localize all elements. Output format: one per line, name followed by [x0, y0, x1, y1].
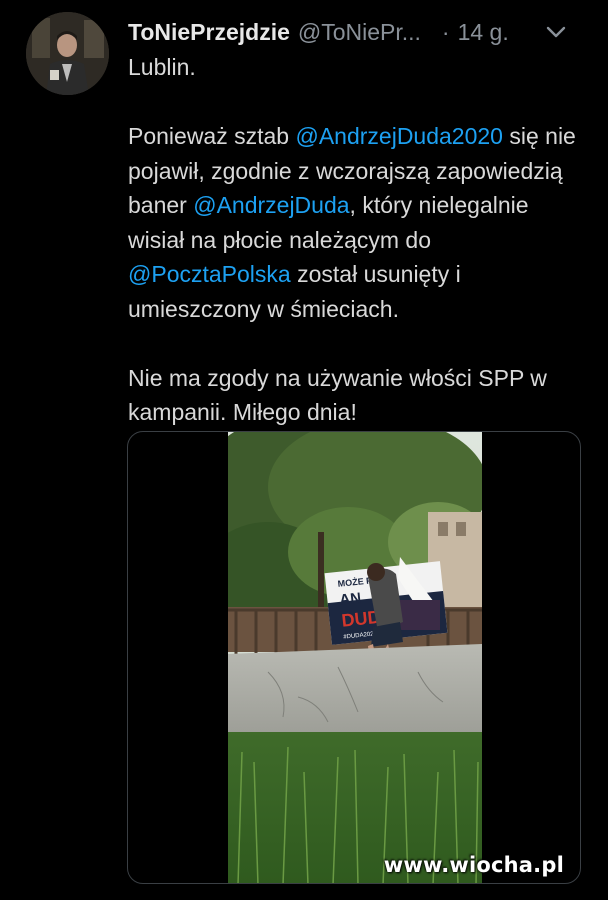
author-display-name[interactable]: ToNiePrzejdzie — [128, 19, 290, 46]
chevron-down-icon[interactable] — [542, 14, 570, 50]
tweet-paragraph-closing: Nie ma zgody na używanie włości SPP w ka… — [128, 364, 547, 426]
mention-link[interactable]: @PocztaPolska — [128, 261, 291, 287]
tweet-timestamp[interactable]: 14 g. — [458, 19, 509, 46]
tweet-paragraph-main: Ponieważ sztab @AndrzejDuda2020 się nie … — [128, 119, 590, 326]
tweet-text: Lublin. Ponieważ sztab @AndrzejDuda2020 … — [128, 50, 590, 430]
mention-link[interactable]: @AndrzejDuda2020 — [295, 123, 502, 149]
banner-text-mid: AN — [339, 590, 362, 609]
avatar[interactable] — [26, 12, 109, 95]
tweet-text-segment: Ponieważ sztab — [128, 123, 296, 149]
mention-link[interactable]: @AndrzejDuda — [193, 192, 349, 218]
video-frame[interactable]: MOŻE PREZ AN DUD #DUDA2020 — [228, 432, 482, 883]
author-handle[interactable]: @ToNiePr... — [298, 19, 432, 46]
tweet-header: ToNiePrzejdzie @ToNiePr... · 14 g. — [128, 14, 588, 50]
tweet-line-location: Lublin. — [128, 54, 196, 80]
watermark: www.wiocha.pl — [383, 853, 564, 877]
tweet: ToNiePrzejdzie @ToNiePr... · 14 g. Lubli… — [0, 0, 608, 900]
video-media[interactable]: MOŻE PREZ AN DUD #DUDA2020 www.wiocha.pl — [127, 431, 581, 884]
separator-dot: · — [441, 18, 450, 45]
